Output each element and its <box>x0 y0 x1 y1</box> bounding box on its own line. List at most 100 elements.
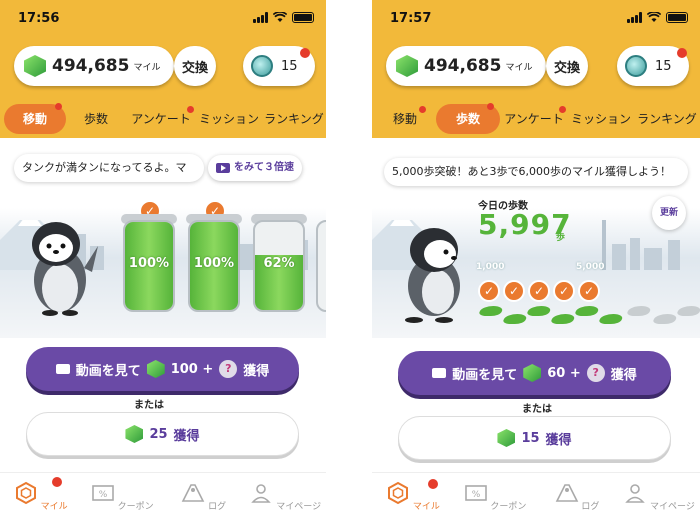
nav-label: ログ <box>581 502 600 512</box>
notification-badge <box>677 48 687 58</box>
tab-bar: 移動 歩数 アンケート ミッション ランキング <box>0 100 326 138</box>
nav-mile[interactable]: マイル <box>372 473 454 530</box>
screen-right: 17:57 494,685 マイル 交換 15 移動 歩数 アンケート ミッショ… <box>372 0 700 530</box>
footprint-icon <box>573 306 601 316</box>
gem-icon <box>523 364 542 382</box>
question-icon: ? <box>586 364 605 382</box>
tab-ranking[interactable]: ランキング <box>262 104 326 134</box>
claim-button[interactable]: 25 獲得 <box>26 412 299 456</box>
or-text: または <box>134 400 164 411</box>
tab-survey[interactable]: アンケート <box>500 104 568 134</box>
status-time: 17:56 <box>18 11 60 26</box>
exchange-button[interactable]: 交換 <box>546 46 588 86</box>
log-icon <box>555 484 578 502</box>
svg-text:%: % <box>471 490 480 500</box>
tab-badge <box>55 103 62 110</box>
scale-label-5000: 5,000 <box>576 262 605 272</box>
miles-value: 494,685 <box>424 56 502 76</box>
claim-button[interactable]: 15 獲得 <box>398 416 671 460</box>
gem-icon <box>125 425 144 443</box>
nav-mypage[interactable]: マイページ <box>618 473 700 530</box>
tab-mission[interactable]: ミッション <box>568 104 634 134</box>
footprint-icon <box>625 306 653 316</box>
milestone-check-icon: ✓ <box>553 280 575 302</box>
penguin-image <box>32 222 98 316</box>
tank-3: 62% <box>253 220 305 312</box>
tank-percent: 100% <box>193 256 235 271</box>
mile-icon <box>388 481 409 505</box>
watch-video-button[interactable]: 動画を見て 100 + ? 獲得 <box>26 347 299 391</box>
svg-text:%: % <box>99 490 108 500</box>
steps-unit: 歩 <box>556 233 566 243</box>
tab-steps[interactable]: 歩数 <box>66 104 126 134</box>
claim-amount: 25 <box>149 426 168 442</box>
signal-icon <box>627 12 642 23</box>
miles-unit: マイル <box>133 62 161 73</box>
nav-label: マイページ <box>650 502 695 512</box>
watch-button-amount: 100 + <box>170 361 214 377</box>
tab-badge <box>487 103 494 110</box>
tab-label: ランキング <box>637 112 697 126</box>
tab-ranking[interactable]: ランキング <box>634 104 700 134</box>
footprint-icon <box>477 306 505 316</box>
watch-button-suffix: 獲得 <box>243 363 270 379</box>
claim-amount: 15 <box>521 430 540 446</box>
coupon-icon: % <box>464 485 487 501</box>
notification-badge <box>300 48 310 58</box>
footprint-icon <box>597 314 625 324</box>
question-icon: ? <box>219 360 238 378</box>
nav-coupon[interactable]: % クーポン <box>454 473 536 530</box>
header: 494,685 マイル 交換 15 <box>0 38 326 100</box>
nav-badge <box>428 479 438 489</box>
watch-video-boost-button[interactable]: をみて３倍速 <box>208 155 302 181</box>
tab-label: ミッション <box>198 112 259 126</box>
tank-percent: 100% <box>128 256 170 271</box>
mypage-icon <box>251 484 272 503</box>
tab-move[interactable]: 移動 <box>374 104 436 134</box>
bottom-nav: マイル % クーポン ログ マイページ <box>0 472 326 530</box>
gem-icon <box>24 55 46 77</box>
nav-label: クーポン <box>490 502 527 512</box>
nav-badge <box>52 477 62 487</box>
tab-badge <box>419 106 426 113</box>
status-bar: 17:57 <box>372 0 700 38</box>
footprint-icon <box>525 306 553 316</box>
battery-icon <box>292 12 314 23</box>
header: 494,685 マイル 交換 15 <box>372 38 700 100</box>
tab-badge <box>559 106 566 113</box>
nav-coupon[interactable]: % クーポン <box>82 473 164 530</box>
tab-move[interactable]: 移動 <box>4 103 66 134</box>
nav-log[interactable]: ログ <box>536 473 618 530</box>
tab-label: 移動 <box>392 112 417 126</box>
wifi-icon <box>647 12 661 22</box>
nav-label: ログ <box>208 502 227 512</box>
nav-mile[interactable]: マイル <box>0 473 82 530</box>
nav-label: マイページ <box>276 502 322 512</box>
status-icons <box>627 12 688 23</box>
tab-badge <box>187 106 194 113</box>
tab-steps[interactable]: 歩数 <box>436 103 500 134</box>
coin-icon <box>625 55 647 77</box>
status-time: 17:57 <box>390 11 432 26</box>
watch-video-button[interactable]: 動画を見て 60 + ? 獲得 <box>398 351 671 395</box>
video-button-label: をみて３倍速 <box>234 162 294 173</box>
tank-2: 100% <box>188 220 240 312</box>
bottom-nav: マイル % クーポン ログ マイページ <box>372 472 700 530</box>
watch-button-amount: 60 + <box>547 365 581 381</box>
gem-icon <box>396 55 418 77</box>
exchange-button[interactable]: 交換 <box>174 46 216 86</box>
miles-balance[interactable]: 494,685 マイル <box>14 46 174 86</box>
nav-mypage[interactable]: マイページ <box>245 473 327 530</box>
nav-log[interactable]: ログ <box>163 473 245 530</box>
milestone-check-icon: ✓ <box>578 280 600 302</box>
tab-label: 歩数 <box>455 112 480 126</box>
status-bar: 17:56 <box>0 0 326 38</box>
tab-mission[interactable]: ミッション <box>196 104 262 134</box>
claim-suffix: 獲得 <box>173 428 200 444</box>
signal-icon <box>253 12 268 23</box>
tab-survey[interactable]: アンケート <box>126 104 196 134</box>
milestone-check-icon: ✓ <box>503 280 525 302</box>
video-icon <box>216 163 230 173</box>
miles-balance[interactable]: 494,685 マイル <box>386 46 546 86</box>
refresh-button[interactable]: 更新 <box>652 196 686 230</box>
